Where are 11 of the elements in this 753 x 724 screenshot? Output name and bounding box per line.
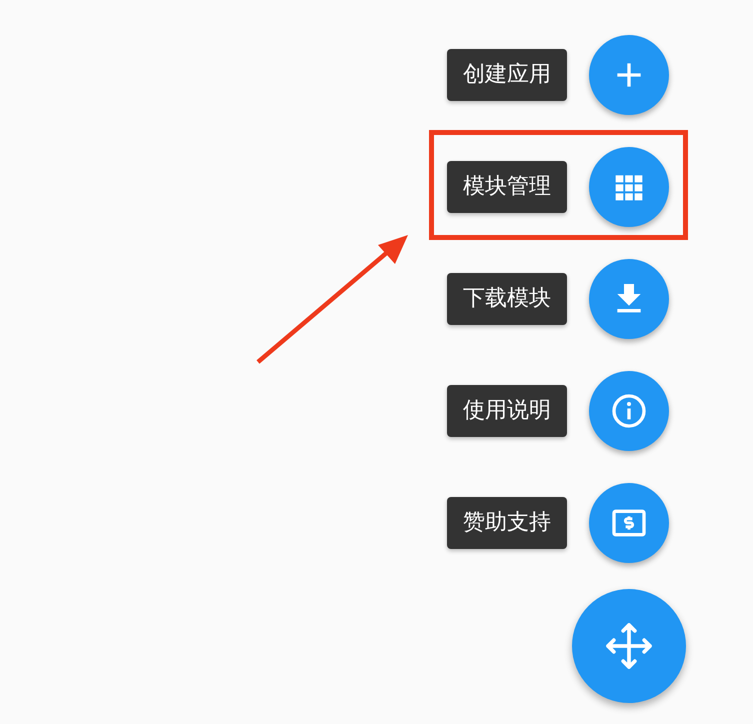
action-label: 赞助支持 (447, 497, 567, 549)
main-fab[interactable] (572, 589, 686, 703)
action-button[interactable] (589, 483, 669, 563)
action-button[interactable] (589, 371, 669, 451)
action-label: 模块管理 (447, 161, 567, 213)
action-label: 创建应用 (447, 49, 567, 101)
action-button[interactable] (589, 147, 669, 227)
action-label: 下载模块 (447, 273, 567, 325)
action-button[interactable] (589, 259, 669, 339)
action-button[interactable] (589, 35, 669, 115)
action-label: 使用说明 (447, 385, 567, 437)
